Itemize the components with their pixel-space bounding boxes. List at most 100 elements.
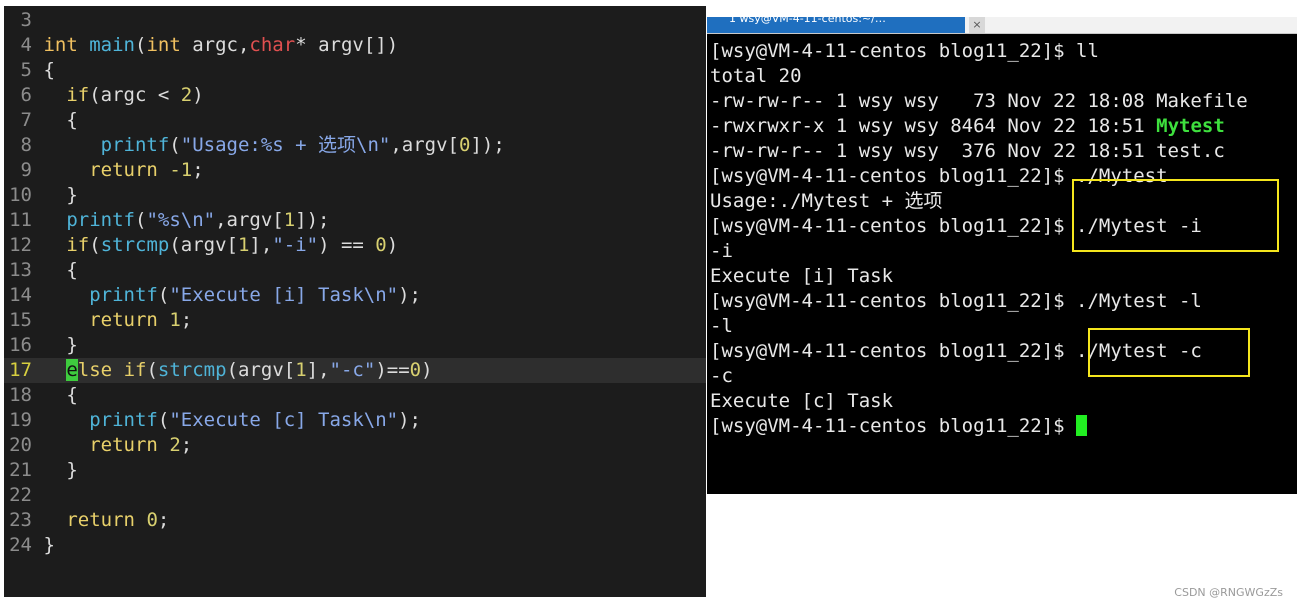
code-token: 0	[375, 234, 387, 256]
code-line: 15 return 1;	[4, 308, 706, 333]
line-number: 19	[9, 409, 32, 431]
code-token: (argv[	[169, 234, 238, 256]
line-number: 20	[9, 434, 32, 456]
line-number: 18	[9, 384, 32, 406]
code-token: printf	[89, 409, 158, 431]
code-token: return	[89, 434, 158, 456]
code-token: if	[66, 84, 90, 106]
code-line: 10 }	[4, 183, 706, 208]
line-number: 5	[20, 59, 32, 81]
line-number: 11	[9, 209, 32, 231]
code-line: 9 return -1;	[4, 158, 706, 183]
terminal-tab[interactable]: 1 wsy@VM-4-11-centos:~/…	[707, 17, 965, 33]
code-token: strcmp	[157, 359, 227, 381]
highlight-box-i	[1072, 179, 1279, 252]
code-token: ;	[180, 309, 193, 331]
code-token: 0	[146, 509, 158, 531]
code-token: {	[43, 259, 78, 281]
terminal-prompt-line[interactable]: [wsy@VM-4-11-centos blog11_22]$	[710, 414, 1295, 439]
code-token: ,argv[	[390, 134, 459, 156]
code-token: (	[135, 34, 147, 56]
code-token: printf	[100, 134, 170, 156]
code-token: )	[421, 359, 433, 381]
terminal-line: -rwxrwxr-x 1 wsy wsy 8464 Nov 22 18:51 M…	[710, 114, 1295, 139]
code-token: 1	[169, 309, 181, 331]
code-token: 1	[283, 209, 296, 231]
code-line: 8 printf("Usage:%s + 选项\n",argv[0]);	[4, 133, 706, 158]
code-token: (	[169, 134, 181, 156]
terminal-prompt: [wsy@VM-4-11-centos blog11_22]$	[710, 415, 1077, 437]
highlight-box-c	[1088, 328, 1250, 377]
line-number: 12	[9, 234, 32, 256]
terminal-line: [wsy@VM-4-11-centos blog11_22]$ ./Mytest…	[710, 290, 1202, 312]
code-token: }	[43, 534, 55, 556]
code-token: {	[43, 384, 78, 406]
code-token: (	[134, 209, 147, 231]
code-token: printf	[89, 284, 158, 306]
code-token: (argv[	[226, 359, 296, 381]
line-number: 23	[9, 509, 32, 531]
code-token: 2	[169, 434, 181, 456]
code-token: ]);	[295, 209, 330, 231]
code-line-current: 17 else if(strcmp(argv[1],"-c")==0)	[4, 358, 706, 383]
code-token: );	[398, 284, 421, 306]
code-token: return	[66, 509, 135, 531]
code-token: 1	[295, 359, 307, 381]
code-token: int	[146, 34, 181, 56]
code-token: ) ==	[318, 234, 376, 256]
code-token: ]);	[470, 134, 505, 156]
code-line: 3	[4, 8, 706, 33]
code-line: 22	[4, 483, 706, 508]
code-token: if	[123, 359, 147, 381]
code-token: int	[43, 34, 78, 56]
code-editor[interactable]: 3 4 int main(int argc,char* argv[]) 5 { …	[4, 6, 706, 597]
code-token: ;	[157, 509, 170, 531]
code-token: )==	[375, 359, 410, 381]
close-icon[interactable]: ×	[969, 17, 985, 33]
code-token: ],	[249, 234, 273, 256]
code-token: "%s\n"	[146, 209, 216, 231]
code-token: (	[146, 359, 158, 381]
line-number: 9	[20, 159, 32, 181]
code-token: }	[43, 184, 78, 206]
code-token: 1	[237, 234, 250, 256]
code-line: 6 if(argc < 2)	[4, 83, 706, 108]
code-line: 5 {	[4, 58, 706, 83]
code-token: if	[66, 234, 90, 256]
code-line: 4 int main(int argc,char* argv[])	[4, 33, 706, 58]
terminal-line: Execute [c] Task	[710, 390, 894, 412]
code-token: {	[43, 59, 55, 81]
line-number: 13	[9, 259, 32, 281]
code-token: argc,	[180, 34, 250, 56]
code-token: ;	[180, 434, 193, 456]
code-line: 19 printf("Execute [c] Task\n");	[4, 408, 706, 433]
code-token: }	[43, 459, 78, 481]
code-token: * argv[])	[295, 34, 399, 56]
terminal-line: -rw-rw-r-- 1 wsy wsy 73 Nov 22 18:08 Mak…	[710, 90, 1248, 112]
line-number: 3	[20, 9, 32, 31]
line-number: 10	[9, 184, 32, 206]
line-number: 15	[9, 309, 32, 331]
code-token: "Usage:%s + 选项\n"	[180, 134, 391, 156]
code-line: 24 }	[4, 533, 706, 558]
executable-filename: Mytest	[1156, 115, 1225, 137]
code-token: (argc <	[89, 84, 181, 106]
code-token: 0	[458, 134, 471, 156]
code-token: strcmp	[100, 234, 170, 256]
code-token: main	[89, 34, 135, 56]
editor-cursor: e	[66, 359, 78, 381]
code-token: ;	[192, 159, 204, 181]
code-token: printf	[66, 209, 135, 231]
code-token: return	[89, 309, 158, 331]
code-token: return	[89, 159, 158, 181]
line-number: 4	[20, 34, 32, 56]
code-line: 11 printf("%s\n",argv[1]);	[4, 208, 706, 233]
terminal-window[interactable]: 1 wsy@VM-4-11-centos:~/… × [wsy@VM-4-11-…	[707, 17, 1297, 494]
line-number: 8	[20, 134, 32, 156]
